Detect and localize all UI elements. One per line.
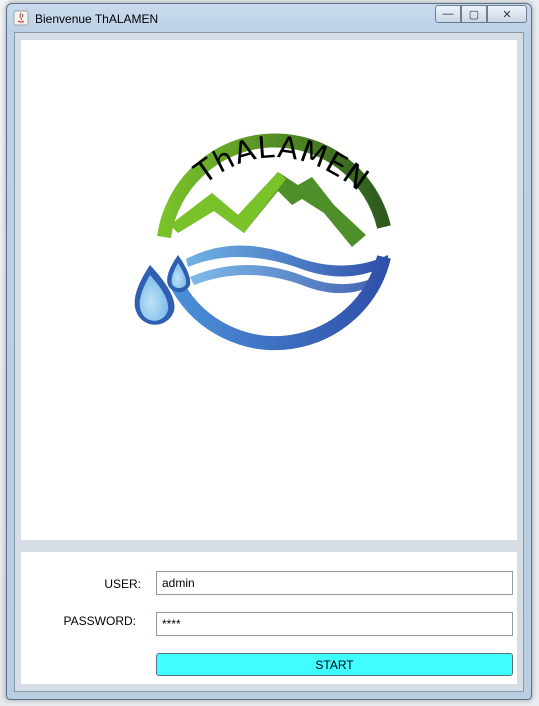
minimize-icon: — <box>442 8 454 20</box>
close-button[interactable]: ✕ <box>487 5 527 23</box>
maximize-button[interactable]: ▢ <box>461 5 487 23</box>
window-controls: — ▢ ✕ <box>435 5 527 25</box>
user-input[interactable]: admin <box>156 571 513 595</box>
window-content: ThALAMEN USER: admin PASSWORD: **** STAR… <box>14 32 524 692</box>
window-title: Bienvenue ThALAMEN <box>35 12 159 26</box>
thalamen-logo-icon: ThALAMEN <box>134 130 391 351</box>
start-button[interactable]: START <box>156 653 513 676</box>
maximize-icon: ▢ <box>468 8 480 21</box>
password-label: PASSWORD: <box>63 614 136 628</box>
logo-panel: ThALAMEN <box>21 40 517 540</box>
password-input[interactable]: **** <box>156 612 513 636</box>
java-app-icon <box>13 10 29 26</box>
user-label: USER: <box>104 577 141 591</box>
title-bar[interactable]: Bienvenue ThALAMEN — ▢ ✕ <box>7 4 531 32</box>
login-form: USER: admin PASSWORD: **** START <box>21 552 517 684</box>
minimize-button[interactable]: — <box>435 5 461 23</box>
login-window: Bienvenue ThALAMEN — ▢ ✕ ThALAMEN USER: … <box>6 3 532 700</box>
close-icon: ✕ <box>502 8 512 21</box>
